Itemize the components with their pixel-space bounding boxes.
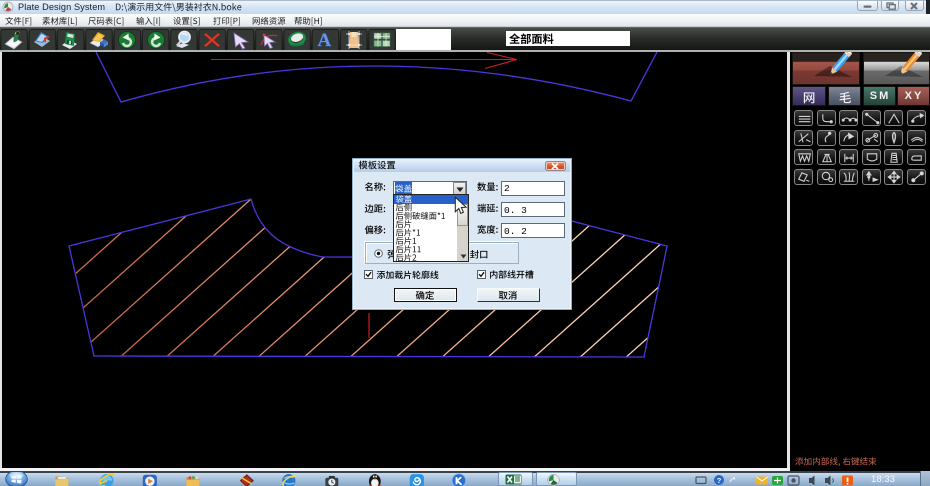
svg-text:A: A	[318, 30, 332, 51]
